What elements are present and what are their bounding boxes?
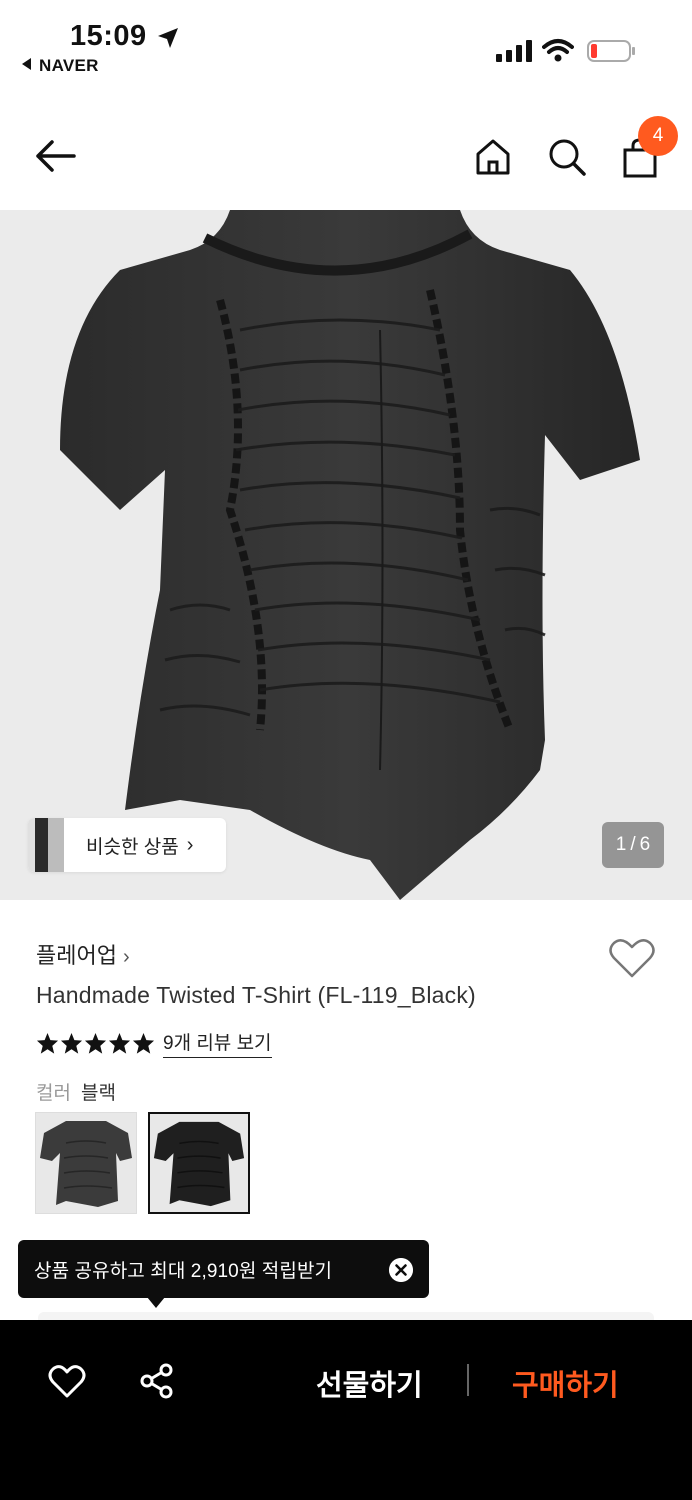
- buy-button[interactable]: 구매하기: [512, 1362, 619, 1404]
- home-icon[interactable]: [472, 136, 514, 178]
- similar-products-button[interactable]: 비슷한 상품 ›: [28, 818, 226, 872]
- back-triangle-icon: [22, 58, 31, 70]
- cellular-signal-icon: [496, 40, 532, 62]
- back-to-app-link[interactable]: NAVER: [22, 56, 99, 76]
- star-icon: [108, 1032, 131, 1054]
- swatch-photo-2: [153, 1121, 245, 1207]
- star-icon: [60, 1032, 83, 1054]
- tooltip-pointer: [147, 1297, 165, 1308]
- brand-name: 플레어업: [36, 943, 117, 968]
- color-option-row: 컬러 블랙: [36, 1078, 116, 1105]
- chevron-right-icon: ›: [122, 946, 130, 968]
- color-swatch-1[interactable]: [35, 1112, 137, 1214]
- location-arrow-icon: [158, 28, 178, 48]
- heart-icon[interactable]: [48, 1362, 86, 1400]
- battery-icon: [587, 40, 635, 62]
- star-rating: [36, 1032, 155, 1055]
- color-swatch-2-selected[interactable]: [148, 1112, 250, 1214]
- image-page-counter: 1/6: [602, 822, 664, 868]
- color-option-label: 컬러: [36, 1083, 71, 1104]
- search-icon[interactable]: [546, 136, 588, 178]
- star-icon: [132, 1032, 155, 1054]
- total-pages: 6: [639, 834, 651, 855]
- similar-products-label: 비슷한 상품: [86, 836, 179, 858]
- bottom-action-bar: 선물하기 구매하기: [0, 1320, 692, 1500]
- wishlist-heart-icon[interactable]: [608, 936, 656, 980]
- cart-count-badge: 4: [638, 116, 678, 156]
- gift-button[interactable]: 선물하기: [316, 1362, 423, 1404]
- status-bar: 15:09 NAVER: [0, 0, 692, 90]
- status-time: 15:09: [70, 20, 147, 52]
- current-page: 1: [615, 834, 627, 855]
- back-arrow-icon[interactable]: [30, 136, 80, 176]
- product-photo-black-ruched-tshirt: [60, 210, 640, 900]
- product-title: Handmade Twisted T-Shirt (FL-119_Black): [36, 982, 476, 1008]
- view-reviews-link[interactable]: 9개 리뷰 보기: [163, 1028, 272, 1058]
- brand-link[interactable]: 플레어업 ›: [36, 938, 130, 970]
- button-divider: [467, 1364, 469, 1396]
- share-reward-tooltip: 상품 공유하고 최대 2,910원 적립받기: [18, 1240, 429, 1298]
- share-icon[interactable]: [138, 1362, 176, 1400]
- close-icon[interactable]: [389, 1258, 413, 1282]
- share-reward-text: 상품 공유하고 최대 2,910원 적립받기: [34, 1260, 333, 1282]
- similar-products-thumbnail: [28, 818, 64, 872]
- star-icon: [36, 1032, 59, 1054]
- back-app-label: NAVER: [39, 56, 99, 75]
- chevron-right-icon: ›: [186, 833, 194, 856]
- swatch-photo-1: [40, 1121, 132, 1207]
- top-navigation: 4: [0, 110, 692, 210]
- color-option-value: 블랙: [80, 1083, 116, 1104]
- product-image-gallery[interactable]: 비슷한 상품 › 1/6: [0, 210, 692, 900]
- rating-row: 9개 리뷰 보기: [36, 1028, 272, 1058]
- wifi-icon: [542, 39, 574, 62]
- star-icon: [84, 1032, 107, 1054]
- page-separator: /: [630, 834, 636, 855]
